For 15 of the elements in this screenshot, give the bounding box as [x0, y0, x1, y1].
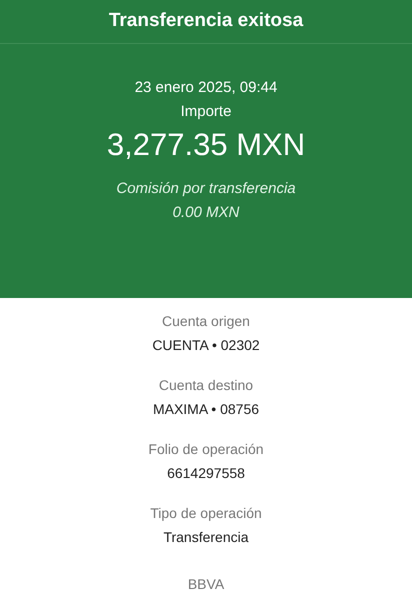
detail-value: Transferencia	[163, 528, 249, 547]
bank-name: BBVA	[188, 575, 224, 594]
detail-label: Tipo de operación	[150, 504, 262, 523]
detail-value: CUENTA • 02302	[152, 336, 260, 355]
detail-value: 6614297558	[167, 464, 245, 483]
date-time: 23 enero 2025, 09:44	[134, 78, 278, 98]
detail-label: Folio de operación	[148, 440, 264, 459]
detail-label: Cuenta destino	[158, 376, 254, 395]
detail-label: Cuenta origen	[162, 312, 250, 331]
detail-value: MAXIMA • 08756	[152, 400, 260, 419]
screen-title: Transferencia exitosa	[108, 9, 304, 34]
amount-value: 3,277.35 MXN	[106, 126, 306, 164]
amount-label: Importe	[180, 102, 232, 122]
fee-label: Comisión por transferencia	[116, 179, 296, 199]
fee-value: 0.00 MXN	[172, 203, 240, 223]
